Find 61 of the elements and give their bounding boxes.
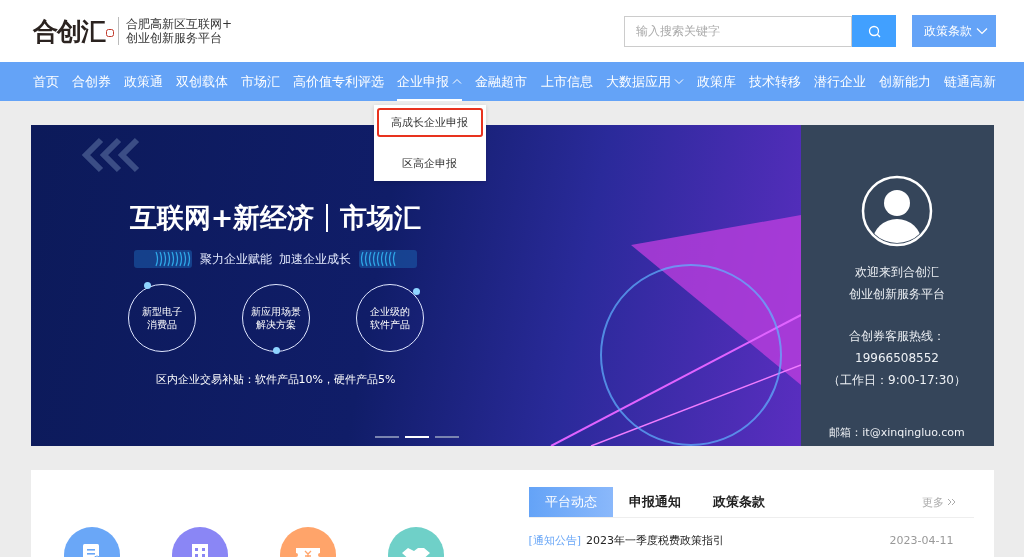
nav-link[interactable]: 链通高新 xyxy=(943,62,996,101)
more-link[interactable]: 更多 xyxy=(921,494,974,510)
chevrons-icon xyxy=(81,137,139,173)
nav-link[interactable]: 合创券 xyxy=(72,62,112,101)
banner-slogan: 聚力企业赋能 加速企业成长 xyxy=(199,250,352,268)
news-date: 2023-04-11 xyxy=(889,534,954,547)
email-text: 邮箱：it@xinqingluo.com xyxy=(829,425,965,440)
news-tab[interactable]: 申报通知 xyxy=(612,487,697,517)
circle-text: 解决方案 xyxy=(255,318,296,331)
nav-link[interactable]: 创新能力 xyxy=(878,62,931,101)
wave-ornament-icon xyxy=(133,250,192,268)
circle-text: 软件产品 xyxy=(369,318,410,331)
news-tag: [通知公告] xyxy=(528,533,582,548)
nav-link[interactable]: 政策库 xyxy=(696,62,736,101)
news-tab[interactable]: 平台动态 xyxy=(528,487,613,517)
menu-item[interactable]: 区高企申报 xyxy=(376,149,483,178)
menu-item[interactable]: 高成长企业申报 xyxy=(376,108,483,137)
nav-link[interactable]: 技术转移 xyxy=(748,62,801,101)
tagline-text: 创业创新服务平台 xyxy=(126,31,223,45)
welcome-text: 创业创新服务平台 xyxy=(849,286,945,303)
nav-link[interactable]: 首页 xyxy=(33,62,59,101)
chevron-down-icon xyxy=(976,27,988,35)
chevron-down-icon xyxy=(673,78,684,85)
search-field[interactable]: 输入搜索关键字 xyxy=(624,15,852,47)
nav-link[interactable]: 企业申报 xyxy=(397,62,463,101)
news-title-link[interactable]: 2023年一季度税费政策指引 xyxy=(586,533,890,548)
news-tab[interactable]: 政策条款 xyxy=(696,487,781,517)
nav-link[interactable]: 上市信息 xyxy=(540,62,593,101)
nav-link[interactable]: 市场汇 xyxy=(241,62,281,101)
circle-text: 新应用场景 xyxy=(250,305,301,318)
nav-link[interactable]: 金融超市 xyxy=(475,62,528,101)
search-button[interactable] xyxy=(852,15,896,47)
hotline-number: 19966508552 xyxy=(855,350,939,367)
wave-ornament-icon xyxy=(359,250,418,268)
circle-dot-icon xyxy=(412,288,420,295)
banner-subsidy-text: 区内企业交易补贴：软件产品10%，硬件产品5% xyxy=(155,372,396,387)
category-dropdown[interactable]: 政策条款 xyxy=(912,15,996,47)
circle-text: 消费品 xyxy=(146,318,177,331)
avatar-icon xyxy=(861,175,933,247)
carousel-indicator[interactable] xyxy=(404,436,429,438)
working-hours: （工作日：9:00-17:30） xyxy=(828,372,966,389)
double-chevron-icon xyxy=(946,498,956,506)
circle-text: 企业级的 xyxy=(369,305,410,318)
tagline-text: 合肥高新区互联网+ xyxy=(126,17,233,31)
circle-dot-icon xyxy=(272,347,280,354)
banner-title: 市场汇 xyxy=(340,201,422,235)
circle-dot-icon xyxy=(143,282,151,289)
logo-text[interactable]: 合创汇 xyxy=(33,14,105,48)
hotline-label: 合创券客服热线： xyxy=(849,328,945,345)
search-icon xyxy=(867,24,881,38)
nav-link[interactable]: 政策通 xyxy=(124,62,164,101)
nav-link[interactable]: 双创载体 xyxy=(176,62,229,101)
circle-text: 新型电子 xyxy=(141,305,182,318)
banner-title: 互联网+新经济 xyxy=(129,201,315,235)
welcome-text: 欢迎来到合创汇 xyxy=(855,264,939,281)
nav-link[interactable]: 大数据应用 xyxy=(605,62,684,101)
chevron-up-icon xyxy=(452,78,463,85)
seal-icon xyxy=(106,28,114,37)
nav-link[interactable]: 潜行企业 xyxy=(813,62,866,101)
title-divider xyxy=(326,204,329,232)
nav-link[interactable]: 高价值专利评选 xyxy=(293,62,385,101)
